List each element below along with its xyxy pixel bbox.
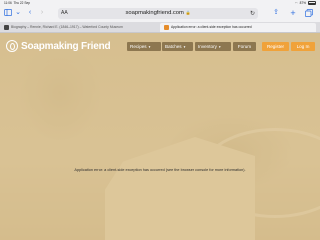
site-logo[interactable]: Soapmaking Friend (6, 40, 111, 52)
nav-inventory[interactable]: Inventory ▾ (195, 42, 231, 51)
tab-application-error[interactable]: Application error: a client-side excepti… (160, 23, 316, 32)
tab-biography[interactable]: Biography – Rennie, Richard E. (1846–191… (4, 23, 160, 32)
sidebar-icon[interactable] (4, 9, 12, 17)
back-icon[interactable]: ‹ (26, 9, 34, 17)
browser-toolbar: ⌄ ‹ › AA soapmakingfriend.com 🔒 ↻ ⇪ + (0, 7, 320, 22)
nav-batches[interactable]: Batches ▾ (162, 42, 193, 51)
address-url: soapmakingfriend.com 🔒 (125, 10, 191, 16)
tab-strip: Biography – Rennie, Richard E. (1846–191… (0, 22, 320, 33)
nav-forum[interactable]: Forum (233, 42, 256, 51)
register-button[interactable]: Register (262, 42, 289, 51)
address-bar[interactable]: AA soapmakingfriend.com 🔒 ↻ (58, 8, 258, 19)
forward-icon[interactable]: › (38, 9, 46, 17)
tab-title: Biography – Rennie, Richard E. (1846–191… (11, 25, 123, 29)
hero-overlay (0, 33, 320, 240)
status-bar: 11:06 Thu 22 Sep ◠ 87% (0, 0, 320, 7)
tabs-overview-icon[interactable] (305, 9, 313, 17)
soap-logo-icon (6, 40, 18, 52)
favicon-icon (4, 24, 9, 30)
battery-percent: 87% (299, 1, 306, 5)
lock-icon: 🔒 (185, 10, 191, 15)
chevron-down-icon: ▾ (147, 45, 151, 49)
wifi-icon: ◠ (294, 1, 298, 5)
nav-recipes[interactable]: Recipes ▾ (127, 42, 161, 51)
tab-title: Application error: a client-side excepti… (171, 25, 252, 29)
chevron-down-icon: ▾ (217, 45, 221, 49)
status-time: 11:06 Thu 22 Sep (4, 1, 31, 5)
error-message: Application error: a client-side excepti… (74, 168, 246, 172)
site-header: Soapmaking Friend Recipes ▾ Batches ▾ In… (0, 36, 320, 56)
status-right: ◠ 87% (295, 1, 316, 5)
login-button[interactable]: Log In (291, 42, 315, 51)
battery-level (309, 2, 315, 4)
chevron-down-icon[interactable]: ⌄ (14, 9, 22, 17)
battery-icon (308, 1, 316, 5)
reload-icon[interactable]: ↻ (250, 10, 255, 17)
new-tab-icon[interactable]: + (289, 9, 297, 18)
web-page: Soapmaking Friend Recipes ▾ Batches ▾ In… (0, 33, 320, 240)
chevron-down-icon: ▾ (182, 45, 186, 49)
brand-name: Soapmaking Friend (21, 40, 111, 52)
share-icon[interactable]: ⇪ (272, 9, 280, 17)
favicon-icon (164, 24, 169, 30)
